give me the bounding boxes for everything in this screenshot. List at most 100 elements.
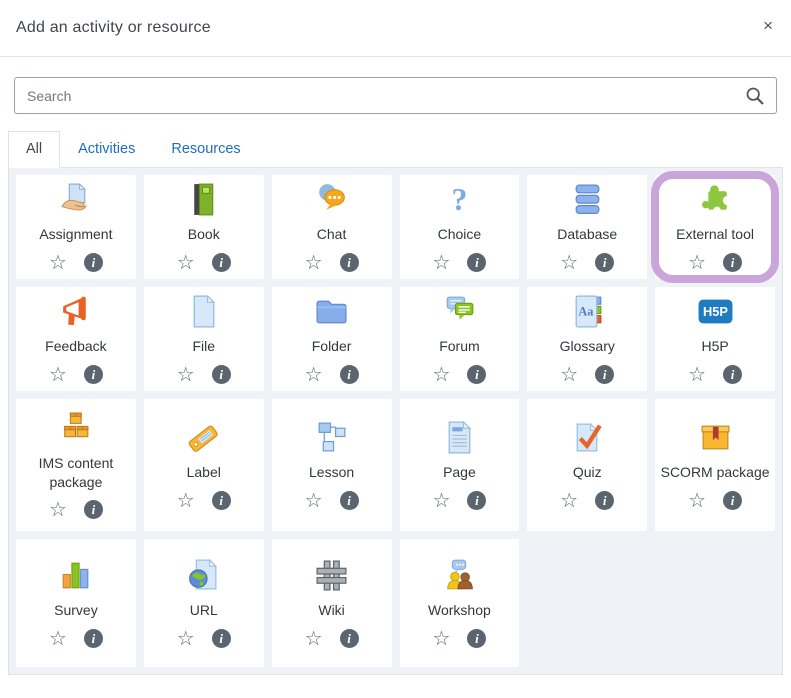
activity-tile-workshop[interactable]: Workshop☆i bbox=[400, 539, 520, 667]
activity-tile-forum[interactable]: Forum☆i bbox=[400, 287, 520, 391]
star-icon[interactable]: ☆ bbox=[305, 253, 323, 273]
activity-tile-lesson[interactable]: Lesson☆i bbox=[272, 399, 392, 531]
star-icon[interactable]: ☆ bbox=[560, 365, 578, 385]
info-icon[interactable]: i bbox=[340, 365, 359, 384]
info-icon[interactable]: i bbox=[723, 253, 742, 272]
info-icon[interactable]: i bbox=[467, 629, 486, 648]
star-icon[interactable]: ☆ bbox=[305, 629, 323, 649]
info-icon[interactable]: i bbox=[84, 253, 103, 272]
info-icon[interactable]: i bbox=[212, 629, 231, 648]
info-icon[interactable]: i bbox=[340, 491, 359, 510]
star-icon[interactable]: ☆ bbox=[432, 253, 450, 273]
info-icon[interactable]: i bbox=[595, 491, 614, 510]
modal-header: Add an activity or resource × bbox=[0, 0, 791, 57]
star-icon[interactable]: ☆ bbox=[49, 500, 67, 520]
file-icon bbox=[185, 293, 222, 330]
tab-activities[interactable]: Activities bbox=[60, 131, 153, 168]
info-icon[interactable]: i bbox=[84, 500, 103, 519]
modal-title: Add an activity or resource bbox=[16, 19, 211, 37]
star-icon[interactable]: ☆ bbox=[49, 253, 67, 273]
activity-tile-url[interactable]: URL ☆ i bbox=[144, 539, 264, 667]
tile-actions: ☆i bbox=[432, 629, 486, 649]
star-icon[interactable]: ☆ bbox=[432, 629, 450, 649]
info-icon[interactable]: i bbox=[595, 365, 614, 384]
activity-tile-ims[interactable]: IMS content package☆i bbox=[16, 399, 136, 531]
info-icon[interactable]: i bbox=[467, 253, 486, 272]
activity-label: File bbox=[187, 337, 220, 355]
star-icon[interactable]: ☆ bbox=[177, 491, 195, 511]
chat-icon bbox=[313, 181, 350, 218]
activity-tile-choice[interactable]: Choice ☆ i bbox=[400, 175, 520, 279]
star-icon[interactable]: ☆ bbox=[177, 365, 195, 385]
activity-label: Chat bbox=[312, 225, 352, 243]
activity-tile-survey[interactable]: Survey☆i bbox=[16, 539, 136, 667]
activity-tile-book[interactable]: Book☆i bbox=[144, 175, 264, 279]
activity-label: Folder bbox=[307, 337, 357, 355]
activity-tile-glossary[interactable]: Glossary☆i bbox=[527, 287, 647, 391]
info-icon[interactable]: i bbox=[212, 365, 231, 384]
workshop-icon bbox=[441, 557, 478, 594]
info-icon[interactable]: i bbox=[723, 365, 742, 384]
info-icon[interactable]: i bbox=[84, 365, 103, 384]
activity-tile-assignment[interactable]: Assignment☆i bbox=[16, 175, 136, 279]
activity-tile-folder[interactable]: Folder ☆ i bbox=[272, 287, 392, 391]
info-icon[interactable]: i bbox=[595, 253, 614, 272]
star-icon[interactable]: ☆ bbox=[49, 365, 67, 385]
info-icon[interactable]: i bbox=[467, 491, 486, 510]
tab-all[interactable]: All bbox=[8, 131, 60, 168]
info-icon[interactable]: i bbox=[212, 253, 231, 272]
tile-actions: ☆i bbox=[177, 491, 231, 511]
tile-actions: ☆i bbox=[49, 500, 103, 520]
tab-resources[interactable]: Resources bbox=[153, 131, 258, 168]
info-icon[interactable]: i bbox=[723, 491, 742, 510]
info-icon[interactable]: i bbox=[84, 629, 103, 648]
tile-actions: ☆i bbox=[49, 365, 103, 385]
close-icon[interactable]: × bbox=[763, 17, 773, 34]
glossary-icon bbox=[569, 293, 606, 330]
info-icon[interactable]: i bbox=[340, 629, 359, 648]
star-icon[interactable]: ☆ bbox=[49, 629, 67, 649]
star-icon[interactable]: ☆ bbox=[688, 253, 706, 273]
star-icon[interactable]: ☆ bbox=[177, 253, 195, 273]
star-icon[interactable]: ☆ bbox=[560, 491, 578, 511]
info-icon[interactable]: i bbox=[212, 491, 231, 510]
activity-label: SCORM package bbox=[656, 463, 775, 481]
activity-tile-file[interactable]: File ☆ i bbox=[144, 287, 264, 391]
activity-tile-database[interactable]: Database ☆ i bbox=[527, 175, 647, 279]
activity-label: Survey bbox=[49, 601, 103, 619]
star-icon[interactable]: ☆ bbox=[305, 365, 323, 385]
search-row bbox=[14, 77, 777, 114]
star-icon[interactable]: ☆ bbox=[177, 629, 195, 649]
star-icon[interactable]: ☆ bbox=[688, 365, 706, 385]
forum-icon bbox=[441, 293, 478, 330]
activity-tile-wiki[interactable]: Wiki☆i bbox=[272, 539, 392, 667]
tile-actions: ☆i bbox=[305, 629, 359, 649]
star-icon[interactable]: ☆ bbox=[432, 365, 450, 385]
activity-tile-page[interactable]: Page☆i bbox=[400, 399, 520, 531]
tile-actions: ☆i bbox=[560, 365, 614, 385]
activity-tile-feedback[interactable]: Feedback☆i bbox=[16, 287, 136, 391]
activity-label: Choice bbox=[433, 225, 487, 243]
h5p-icon bbox=[697, 293, 734, 330]
tile-actions: ☆i bbox=[49, 629, 103, 649]
activity-tile-scorm[interactable]: SCORM package ☆ i bbox=[655, 399, 775, 531]
activity-tile-h5p[interactable]: H5P☆i bbox=[655, 287, 775, 391]
url-icon bbox=[185, 557, 222, 594]
activity-label: URL bbox=[185, 601, 223, 619]
activity-tile-external-tool[interactable]: External tool☆i bbox=[655, 175, 775, 279]
activity-tile-quiz[interactable]: Quiz☆i bbox=[527, 399, 647, 531]
info-icon[interactable]: i bbox=[467, 365, 486, 384]
search-input[interactable] bbox=[14, 77, 777, 114]
star-icon[interactable]: ☆ bbox=[305, 491, 323, 511]
tile-actions: ☆i bbox=[305, 253, 359, 273]
activity-tile-chat[interactable]: Chat☆i bbox=[272, 175, 392, 279]
activity-label: Database bbox=[552, 225, 622, 243]
star-icon[interactable]: ☆ bbox=[560, 253, 578, 273]
tile-actions: ☆i bbox=[49, 253, 103, 273]
star-icon[interactable]: ☆ bbox=[688, 491, 706, 511]
activity-tile-label[interactable]: Label☆i bbox=[144, 399, 264, 531]
star-icon[interactable]: ☆ bbox=[432, 491, 450, 511]
tile-actions: ☆i bbox=[688, 253, 742, 273]
tile-actions: ☆i bbox=[177, 253, 231, 273]
info-icon[interactable]: i bbox=[340, 253, 359, 272]
